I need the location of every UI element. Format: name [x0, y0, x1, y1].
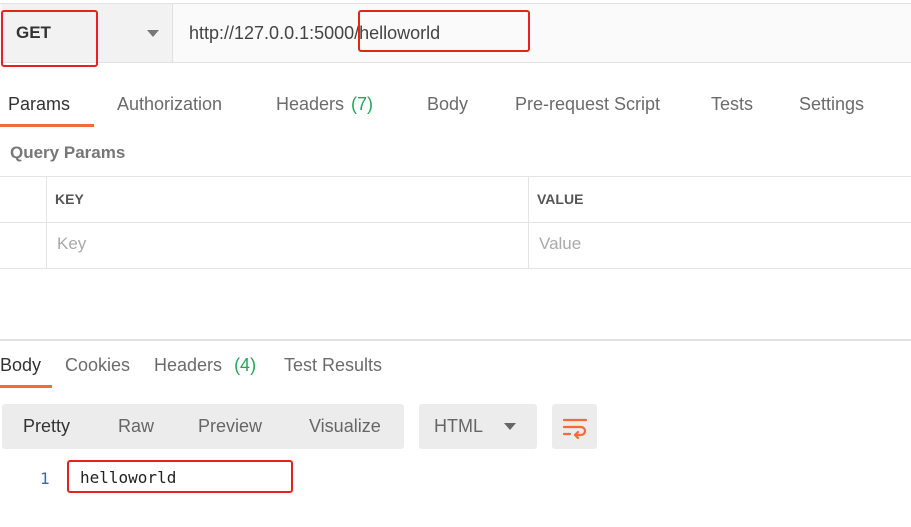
- method-select[interactable]: GET: [2, 4, 173, 62]
- tab-label: Settings: [799, 94, 865, 114]
- tab-label: Test Results: [284, 355, 383, 375]
- query-params-table: KEY VALUE Key Value: [0, 176, 911, 269]
- table-border-mid: [0, 222, 911, 223]
- tab-label: Body: [427, 94, 469, 114]
- query-params-title: Query Params: [10, 143, 126, 162]
- tab-label: Headers: [154, 355, 223, 375]
- view-mode-group: Pretty Raw Preview Visualize: [2, 404, 404, 449]
- value-input[interactable]: Value: [539, 234, 581, 254]
- view-visualize-button[interactable]: Visualize: [309, 404, 381, 449]
- tab-label: Params: [8, 94, 71, 114]
- key-input[interactable]: Key: [57, 234, 86, 254]
- table-divider: [528, 176, 529, 269]
- tab-tests[interactable]: Tests: [711, 84, 753, 128]
- response-divider[interactable]: [0, 339, 911, 341]
- method-label: GET: [16, 23, 51, 42]
- tab-label: Authorization: [117, 94, 223, 114]
- response-tab-test-results[interactable]: Test Results: [284, 355, 382, 376]
- tab-label: Pre-request Script: [515, 94, 661, 114]
- table-divider: [46, 176, 47, 269]
- active-response-tab-indicator: [0, 385, 52, 388]
- wrap-lines-button[interactable]: [552, 404, 597, 449]
- tab-headers[interactable]: Headers (7): [276, 84, 373, 128]
- chevron-down-icon: [504, 423, 516, 430]
- chevron-down-icon: [147, 30, 159, 37]
- response-tab-headers[interactable]: Headers (4): [154, 355, 256, 376]
- request-url-bar: GET http://127.0.0.1:5000/helloworld: [0, 3, 911, 63]
- language-select[interactable]: HTML: [419, 404, 537, 449]
- view-raw-button[interactable]: Raw: [118, 404, 154, 449]
- tab-label: Tests: [711, 94, 754, 114]
- response-tab-body[interactable]: Body: [0, 355, 41, 376]
- active-tab-indicator: [0, 124, 94, 127]
- view-pretty-button[interactable]: Pretty: [23, 404, 70, 449]
- column-header-value: VALUE: [537, 191, 584, 207]
- tab-count-badge: (7): [351, 94, 374, 114]
- line-number: 1: [40, 469, 50, 488]
- postman-window: GET http://127.0.0.1:5000/helloworld Par…: [0, 0, 911, 527]
- column-header-key: KEY: [55, 191, 84, 207]
- request-tabs: Params Authorization Headers (7) Body Pr…: [0, 84, 911, 128]
- table-border-bottom: [0, 268, 911, 269]
- wrap-lines-icon: [562, 418, 587, 439]
- tab-settings[interactable]: Settings: [799, 84, 864, 128]
- tab-label: Cookies: [65, 355, 131, 375]
- tab-params[interactable]: Params: [8, 84, 70, 128]
- tab-count-badge: (4): [234, 355, 257, 375]
- response-tab-cookies[interactable]: Cookies: [65, 355, 130, 376]
- response-body-text[interactable]: helloworld: [80, 468, 176, 487]
- tab-authorization[interactable]: Authorization: [117, 84, 222, 128]
- tab-body[interactable]: Body: [427, 84, 468, 128]
- view-preview-button[interactable]: Preview: [198, 404, 262, 449]
- language-label: HTML: [434, 416, 483, 436]
- tab-label: Body: [0, 355, 42, 375]
- url-input[interactable]: http://127.0.0.1:5000/helloworld: [174, 4, 911, 62]
- tab-pre-request-script[interactable]: Pre-request Script: [515, 84, 660, 128]
- tab-label: Headers: [276, 94, 345, 114]
- table-border-top: [0, 176, 911, 177]
- url-text: http://127.0.0.1:5000/helloworld: [189, 22, 441, 43]
